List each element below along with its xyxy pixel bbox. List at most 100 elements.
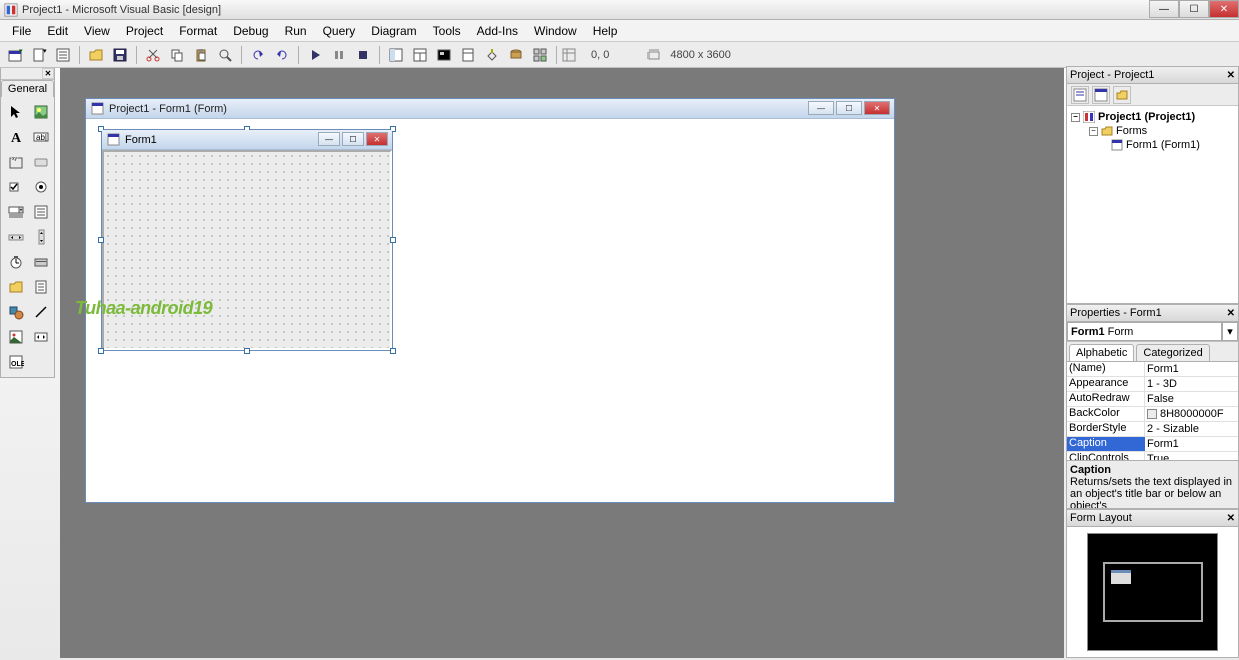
drivelistbox-tool[interactable] — [30, 251, 52, 273]
toolbox-button[interactable] — [481, 44, 503, 66]
menu-window[interactable]: Window — [526, 21, 585, 41]
toggle-folders-button[interactable] — [1113, 86, 1131, 104]
listbox-tool[interactable] — [30, 201, 52, 223]
view-object-button[interactable] — [1092, 86, 1110, 104]
property-value[interactable]: 2 - Sizable — [1145, 422, 1238, 436]
tree-form-item[interactable]: Form1 (Form1) — [1111, 138, 1234, 152]
optionbutton-tool[interactable] — [30, 176, 52, 198]
menu-help[interactable]: Help — [585, 21, 626, 41]
properties-title[interactable]: Properties - Form1 ✕ — [1067, 305, 1238, 322]
checkbox-tool[interactable] — [5, 176, 27, 198]
menu-run[interactable]: Run — [277, 21, 315, 41]
textbox-tool[interactable]: ab| — [30, 126, 52, 148]
form-selection[interactable]: Form1 — ☐ ✕ — [101, 129, 393, 351]
property-row[interactable]: (Name)Form1 — [1067, 362, 1238, 377]
ole-tool[interactable]: OLE — [5, 351, 27, 373]
properties-close-button[interactable]: ✕ — [1227, 308, 1235, 319]
toolbox-close-button[interactable]: ✕ — [42, 68, 54, 79]
menu-addins[interactable]: Add-Ins — [469, 21, 526, 41]
filelistbox-tool[interactable] — [30, 276, 52, 298]
cut-button[interactable] — [142, 44, 164, 66]
menu-diagram[interactable]: Diagram — [363, 21, 424, 41]
shape-tool[interactable] — [5, 301, 27, 323]
menu-view[interactable]: View — [76, 21, 118, 41]
resize-handle-middle-left[interactable] — [98, 237, 104, 243]
start-button[interactable] — [304, 44, 326, 66]
form-layout-close-button[interactable]: ✕ — [1227, 513, 1235, 524]
end-button[interactable] — [352, 44, 374, 66]
menu-project[interactable]: Project — [118, 21, 171, 41]
tree-expand-icon[interactable]: − — [1089, 127, 1098, 136]
project-explorer-close-button[interactable]: ✕ — [1227, 70, 1235, 81]
menu-edit[interactable]: Edit — [39, 21, 76, 41]
form-designer-window[interactable]: Project1 - Form1 (Form) — ☐ ✕ Form1 — [85, 98, 895, 503]
save-button[interactable] — [109, 44, 131, 66]
property-row[interactable]: BorderStyle2 - Sizable — [1067, 422, 1238, 437]
property-row[interactable]: BackColor8H8000000F — [1067, 407, 1238, 422]
data-tool[interactable] — [30, 326, 52, 348]
redo-button[interactable] — [271, 44, 293, 66]
undo-button[interactable] — [247, 44, 269, 66]
menu-debug[interactable]: Debug — [225, 21, 276, 41]
object-selector-dropdown-button[interactable]: ▾ — [1222, 322, 1238, 341]
property-value[interactable]: 8H8000000F — [1145, 407, 1238, 421]
timer-tool[interactable] — [5, 251, 27, 273]
find-button[interactable] — [214, 44, 236, 66]
image-tool[interactable] — [5, 326, 27, 348]
property-value[interactable]: False — [1145, 392, 1238, 406]
menu-format[interactable]: Format — [171, 21, 225, 41]
resize-handle-bottom-middle[interactable] — [244, 348, 250, 354]
paste-button[interactable] — [190, 44, 212, 66]
toolbox-tab-general[interactable]: General — [1, 80, 54, 97]
data-view-button[interactable] — [505, 44, 527, 66]
property-row[interactable]: ClipControlsTrue — [1067, 452, 1238, 460]
menu-editor-button[interactable] — [52, 44, 74, 66]
resize-handle-bottom-right[interactable] — [390, 348, 396, 354]
open-button[interactable] — [85, 44, 107, 66]
line-tool[interactable] — [30, 301, 52, 323]
resize-handle-middle-right[interactable] — [390, 237, 396, 243]
project-explorer-title[interactable]: Project - Project1 ✕ — [1067, 67, 1238, 84]
close-button[interactable]: ✕ — [1209, 0, 1239, 18]
property-row[interactable]: CaptionForm1 — [1067, 437, 1238, 452]
pointer-tool[interactable] — [5, 101, 27, 123]
tab-categorized[interactable]: Categorized — [1136, 344, 1209, 361]
form-layout-button[interactable] — [433, 44, 455, 66]
combobox-tool[interactable] — [5, 201, 27, 223]
add-item-button[interactable]: ▾ — [28, 44, 50, 66]
designer-minimize-button[interactable]: — — [808, 101, 834, 115]
property-value[interactable]: Form1 — [1145, 437, 1238, 451]
form-layout-mini-form[interactable] — [1111, 570, 1131, 584]
project-explorer-button[interactable] — [385, 44, 407, 66]
property-row[interactable]: AutoRedrawFalse — [1067, 392, 1238, 407]
label-tool[interactable]: A — [5, 126, 27, 148]
add-project-button[interactable]: ▾ — [4, 44, 26, 66]
tree-project-root[interactable]: − Project1 (Project1) — [1071, 110, 1234, 124]
form-client-area[interactable] — [102, 150, 392, 350]
form-canvas[interactable]: Form1 — ☐ ✕ — [101, 129, 393, 351]
hscrollbar-tool[interactable] — [5, 226, 27, 248]
commandbutton-tool[interactable] — [30, 151, 52, 173]
picturebox-tool[interactable] — [30, 101, 52, 123]
resize-handle-bottom-left[interactable] — [98, 348, 104, 354]
vscrollbar-tool[interactable] — [30, 226, 52, 248]
property-row[interactable]: Appearance1 - 3D — [1067, 377, 1238, 392]
property-value[interactable]: Form1 — [1145, 362, 1238, 376]
copy-button[interactable] — [166, 44, 188, 66]
menu-file[interactable]: File — [4, 21, 39, 41]
tree-forms-folder[interactable]: − Forms — [1089, 124, 1234, 138]
designer-close-button[interactable]: ✕ — [864, 101, 890, 115]
object-browser-button[interactable] — [457, 44, 479, 66]
tab-alphabetic[interactable]: Alphabetic — [1069, 344, 1134, 361]
view-code-button[interactable] — [1071, 86, 1089, 104]
minimize-button[interactable]: — — [1149, 0, 1179, 18]
properties-object-selector[interactable]: Form1 Form ▾ — [1067, 322, 1238, 342]
designer-maximize-button[interactable]: ☐ — [836, 101, 862, 115]
frame-tool[interactable]: xy — [5, 151, 27, 173]
property-value[interactable]: 1 - 3D — [1145, 377, 1238, 391]
break-button[interactable] — [328, 44, 350, 66]
tree-expand-icon[interactable]: − — [1071, 113, 1080, 122]
property-value[interactable]: True — [1145, 452, 1238, 460]
component-manager-button[interactable] — [529, 44, 551, 66]
project-tree[interactable]: − Project1 (Project1) − Forms Form1 (For… — [1067, 106, 1238, 303]
